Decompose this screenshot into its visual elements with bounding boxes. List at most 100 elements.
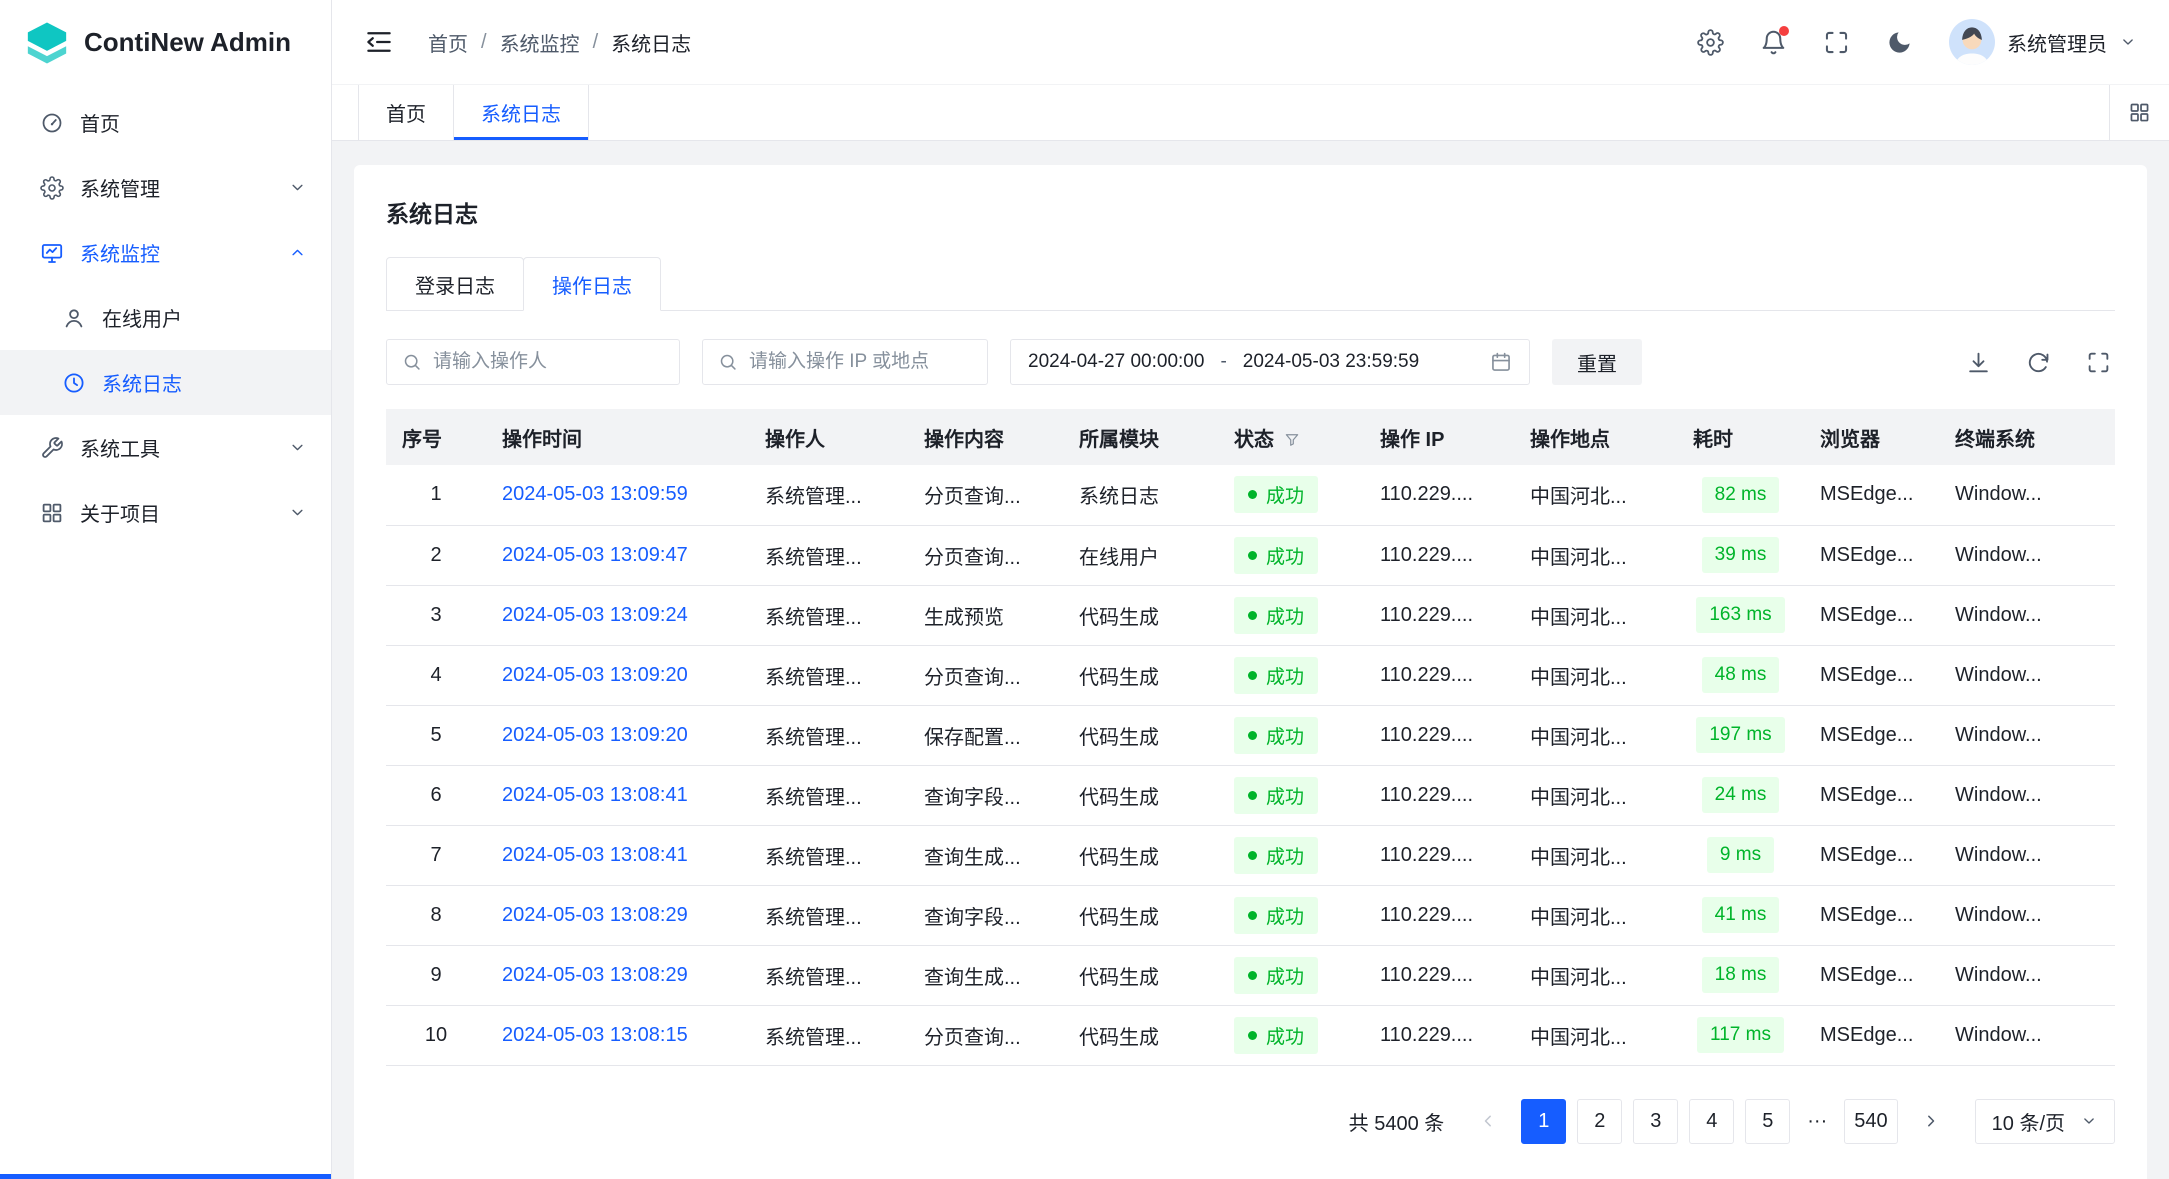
cell-duration: 41 ms (1677, 885, 1804, 945)
sidebar-item-system-monitor[interactable]: 系统监控 (0, 220, 331, 285)
cell-content: 查询生成... (908, 945, 1063, 1005)
cell-operator: 系统管理... (749, 1005, 908, 1065)
dark-mode-icon[interactable] (1886, 29, 1913, 56)
status-dot (1248, 731, 1257, 740)
operator-search-field[interactable] (386, 339, 680, 385)
cell-status: 成功 (1218, 825, 1364, 885)
pagination-page-1[interactable]: 1 (1521, 1099, 1566, 1144)
grid-icon (40, 501, 64, 525)
refresh-button[interactable] (2026, 350, 2051, 375)
log-table-header-row: 序号操作时间操作人操作内容所属模块状态操作 IP操作地点耗时浏览器终端系统 (386, 409, 2115, 465)
sidebar-item-online-users[interactable]: 在线用户 (0, 285, 331, 350)
monitor-icon (40, 241, 64, 265)
tab-operation-logs[interactable]: 操作日志 (523, 257, 661, 311)
settings-icon[interactable] (1697, 29, 1724, 56)
cell-operator: 系统管理... (749, 825, 908, 885)
status-badge: 成功 (1234, 957, 1318, 994)
breadcrumb-item[interactable]: 系统监控 (500, 28, 580, 57)
pagination-page-540[interactable]: 540 (1844, 1099, 1897, 1144)
log-time-link[interactable]: 2024-05-03 13:08:29 (502, 904, 688, 926)
cell-os: Window... (1939, 585, 2115, 645)
pagination-page-2[interactable]: 2 (1577, 1099, 1622, 1144)
breadcrumb: 首页/系统监控/系统日志 (428, 28, 691, 57)
cell-ip: 110.229.... (1364, 465, 1514, 525)
chevron-down-icon (288, 178, 307, 197)
column-header-location: 操作地点 (1514, 409, 1677, 465)
cell-duration: 82 ms (1677, 465, 1804, 525)
duration-badge: 41 ms (1702, 897, 1780, 933)
page-size-select[interactable]: 10 条/页 (1975, 1099, 2115, 1144)
sidebar-item-system-tools[interactable]: 系统工具 (0, 415, 331, 480)
status-badge: 成功 (1234, 537, 1318, 574)
cell-time: 2024-05-03 13:08:41 (486, 825, 749, 885)
reset-button[interactable]: 重置 (1552, 339, 1642, 385)
nav-tab-home[interactable]: 首页 (358, 85, 454, 140)
pagination-ellipsis[interactable]: ··· (1801, 1099, 1833, 1144)
log-time-link[interactable]: 2024-05-03 13:09:24 (502, 604, 688, 626)
pagination-prev-button[interactable] (1465, 1099, 1510, 1144)
breadcrumb-item[interactable]: 系统日志 (611, 28, 691, 57)
cell-duration: 163 ms (1677, 585, 1804, 645)
sidebar-item-system-management[interactable]: 系统管理 (0, 155, 331, 220)
search-icon (718, 352, 738, 372)
tab-login-logs[interactable]: 登录日志 (386, 257, 524, 311)
log-time-link[interactable]: 2024-05-03 13:08:15 (502, 1024, 688, 1046)
pagination-page-3[interactable]: 3 (1633, 1099, 1678, 1144)
sidebar-item-label: 系统管理 (80, 173, 272, 202)
fullscreen-icon[interactable] (1823, 29, 1850, 56)
cell-operator: 系统管理... (749, 945, 908, 1005)
filter-icon[interactable] (1283, 431, 1301, 449)
status-badge: 成功 (1234, 1017, 1318, 1054)
chevron-down-icon (2119, 33, 2137, 51)
log-time-link[interactable]: 2024-05-03 13:08:41 (502, 784, 688, 806)
ip-search-input[interactable] (749, 351, 972, 373)
sidebar-item-label: 系统工具 (80, 433, 272, 462)
main-area: 首页/系统监控/系统日志 (332, 0, 2169, 1179)
cell-no: 2 (386, 525, 486, 585)
ip-search-field[interactable] (702, 339, 988, 385)
log-time-link[interactable]: 2024-05-03 13:09:20 (502, 664, 688, 686)
sidebar-item-home[interactable]: 首页 (0, 90, 331, 155)
page-size-value: 10 条/页 (1992, 1107, 2065, 1136)
cell-os: Window... (1939, 465, 2115, 525)
log-time-link[interactable]: 2024-05-03 13:09:47 (502, 544, 688, 566)
cell-time: 2024-05-03 13:08:29 (486, 885, 749, 945)
tab-options-button[interactable] (2109, 85, 2169, 140)
status-text: 成功 (1266, 1022, 1304, 1049)
log-time-link[interactable]: 2024-05-03 13:09:20 (502, 724, 688, 746)
cell-no: 9 (386, 945, 486, 1005)
pagination-next-button[interactable] (1909, 1099, 1954, 1144)
status-text: 成功 (1266, 662, 1304, 689)
operator-search-input[interactable] (433, 351, 664, 373)
download-button[interactable] (1966, 350, 1991, 375)
sidebar-item-system-logs[interactable]: 系统日志 (0, 350, 331, 415)
breadcrumb-item[interactable]: 首页 (428, 28, 468, 57)
home-icon (40, 111, 64, 135)
sidebar-item-about-project[interactable]: 关于项目 (0, 480, 331, 545)
cell-os: Window... (1939, 765, 2115, 825)
column-header-time: 操作时间 (486, 409, 749, 465)
cell-status: 成功 (1218, 705, 1364, 765)
log-time-link[interactable]: 2024-05-03 13:08:29 (502, 964, 688, 986)
breadcrumb-separator: / (593, 31, 599, 54)
menu-fold-icon[interactable] (364, 27, 394, 57)
cell-ip: 110.229.... (1364, 1005, 1514, 1065)
log-time-link[interactable]: 2024-05-03 13:08:41 (502, 844, 688, 866)
cell-content: 分页查询... (908, 465, 1063, 525)
log-time-link[interactable]: 2024-05-03 13:09:59 (502, 483, 688, 505)
chevron-down-icon (288, 438, 307, 457)
pagination-page-4[interactable]: 4 (1689, 1099, 1734, 1144)
date-start: 2024-04-27 00:00:00 (1028, 351, 1204, 373)
pagination-page-5[interactable]: 5 (1745, 1099, 1790, 1144)
table-fullscreen-button[interactable] (2086, 350, 2111, 375)
user-menu[interactable]: 系统管理员 (1949, 19, 2137, 65)
app-logo[interactable]: ContiNew Admin (0, 0, 331, 84)
notifications-button[interactable] (1760, 29, 1787, 56)
nav-tab-system-logs[interactable]: 系统日志 (454, 85, 589, 140)
table-row: 72024-05-03 13:08:41系统管理...查询生成...代码生成成功… (386, 825, 2115, 885)
log-table-body: 12024-05-03 13:09:59系统管理...分页查询...系统日志成功… (386, 465, 2115, 1065)
user-name: 系统管理员 (2007, 28, 2107, 57)
date-range-picker[interactable]: 2024-04-27 00:00:00 - 2024-05-03 23:59:5… (1010, 339, 1530, 385)
cell-no: 7 (386, 825, 486, 885)
gear-icon (40, 176, 64, 200)
